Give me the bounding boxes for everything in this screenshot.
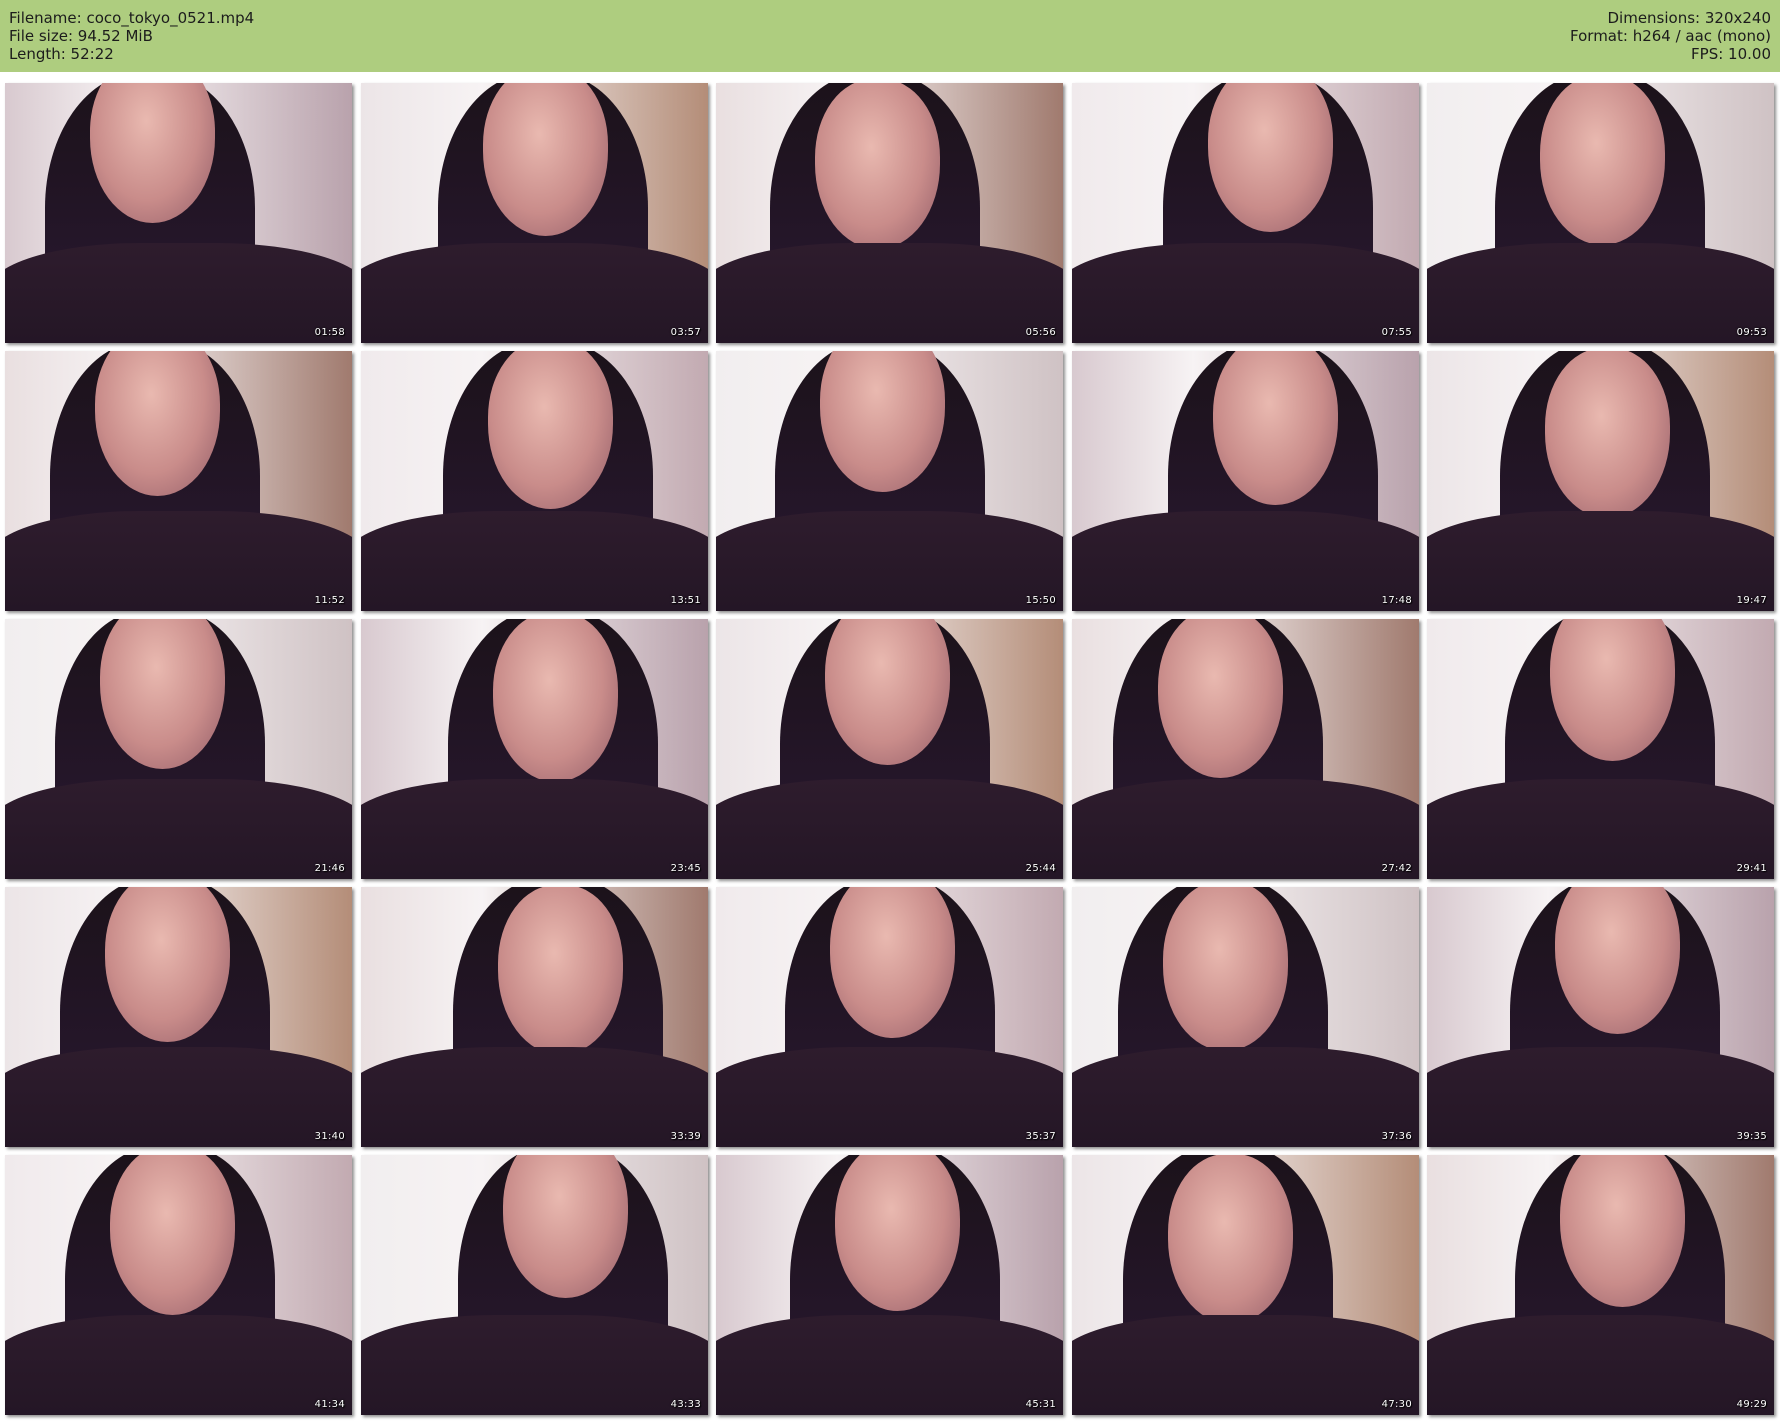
thumbnail: 33:39 [361,887,708,1147]
frame-figure-body [361,779,708,879]
timestamp-label: 43:33 [670,1399,701,1410]
frame-figure-body [716,779,1063,879]
thumbnail: 09:53 [1427,83,1774,343]
thumbnail: 15:50 [716,351,1063,611]
thumbnail: 41:34 [5,1155,352,1415]
timestamp-label: 39:35 [1736,1131,1767,1142]
thumbnail: 25:44 [716,619,1063,879]
frame-figure-body [1427,779,1774,879]
thumbnail: 49:29 [1427,1155,1774,1415]
info-header: Filename: coco_tokyo_0521.mp4 File size:… [0,0,1780,72]
format-text: Format: h264 / aac (mono) [1570,27,1771,45]
frame-figure-body [361,1315,708,1415]
frame-figure-body [716,1315,1063,1415]
frame-figure-body [1072,511,1419,611]
thumbnail: 05:56 [716,83,1063,343]
timestamp-label: 47:30 [1381,1399,1412,1410]
thumbnail: 01:58 [5,83,352,343]
frame-figure-body [1427,511,1774,611]
frame-figure-face [815,83,940,249]
dimensions-text: Dimensions: 320x240 [1607,9,1771,27]
timestamp-label: 41:34 [314,1399,345,1410]
frame-figure-face [1540,83,1665,245]
timestamp-label: 03:57 [670,327,701,338]
thumbnail: 47:30 [1072,1155,1419,1415]
timestamp-label: 01:58 [314,327,345,338]
frame-figure-face [493,619,618,782]
thumbnail: 29:41 [1427,619,1774,879]
thumbnail: 31:40 [5,887,352,1147]
frame-figure-body [5,511,352,611]
frame-figure-body [1427,1047,1774,1147]
frame-figure-face [1163,887,1288,1051]
thumbnail: 23:45 [361,619,708,879]
timestamp-label: 49:29 [1736,1399,1767,1410]
thumbnail: 19:47 [1427,351,1774,611]
thumbnail: 17:48 [1072,351,1419,611]
thumbnail: 37:36 [1072,887,1419,1147]
thumbnail: 11:52 [5,351,352,611]
thumbnail: 45:31 [716,1155,1063,1415]
timestamp-label: 33:39 [670,1131,701,1142]
file-info-right: Dimensions: 320x240 Format: h264 / aac (… [1570,9,1771,63]
thumbnail: 13:51 [361,351,708,611]
thumbnail: 07:55 [1072,83,1419,343]
timestamp-label: 25:44 [1025,863,1056,874]
frame-figure-body [5,779,352,879]
thumbnail: 35:37 [716,887,1063,1147]
timestamp-label: 45:31 [1025,1399,1056,1410]
filesize-text: File size: 94.52 MiB [9,27,153,45]
length-text: Length: 52:22 [9,45,114,63]
frame-figure-face [1168,1155,1293,1324]
frame-figure-face [1545,351,1670,518]
frame-figure-body [361,243,708,343]
fps-text: FPS: 10.00 [1691,45,1771,63]
timestamp-label: 11:52 [314,595,345,606]
frame-figure-body [5,243,352,343]
frame-figure-body [361,511,708,611]
thumbnail: 03:57 [361,83,708,343]
frame-figure-body [716,1047,1063,1147]
frame-figure-body [1072,243,1419,343]
frame-figure-body [1072,1047,1419,1147]
frame-figure-body [1427,1315,1774,1415]
thumbnail-grid: 01:58 03:57 05:56 07:55 09:53 11:52 13:51 15:50… [0,72,1780,1423]
timestamp-label: 17:48 [1381,595,1412,606]
frame-figure-body [1072,1315,1419,1415]
thumbnail: 21:46 [5,619,352,879]
timestamp-label: 07:55 [1381,327,1412,338]
frame-figure-body [5,1315,352,1415]
timestamp-label: 23:45 [670,863,701,874]
frame-figure-face [498,887,623,1055]
thumbnail: 43:33 [361,1155,708,1415]
timestamp-label: 13:51 [670,595,701,606]
frame-figure-body [1072,779,1419,879]
timestamp-label: 35:37 [1025,1131,1056,1142]
timestamp-label: 37:36 [1381,1131,1412,1142]
timestamp-label: 19:47 [1736,595,1767,606]
file-info-left: Filename: coco_tokyo_0521.mp4 File size:… [9,9,254,63]
timestamp-label: 27:42 [1381,863,1412,874]
timestamp-label: 09:53 [1736,327,1767,338]
timestamp-label: 31:40 [314,1131,345,1142]
filename-text: Filename: coco_tokyo_0521.mp4 [9,9,255,27]
frame-figure-body [716,243,1063,343]
thumbnail: 39:35 [1427,887,1774,1147]
timestamp-label: 29:41 [1736,863,1767,874]
frame-figure-body [716,511,1063,611]
thumbnail: 27:42 [1072,619,1419,879]
timestamp-label: 21:46 [314,863,345,874]
frame-figure-body [361,1047,708,1147]
frame-figure-body [1427,243,1774,343]
timestamp-label: 05:56 [1025,327,1056,338]
timestamp-label: 15:50 [1025,595,1056,606]
frame-figure-body [5,1047,352,1147]
